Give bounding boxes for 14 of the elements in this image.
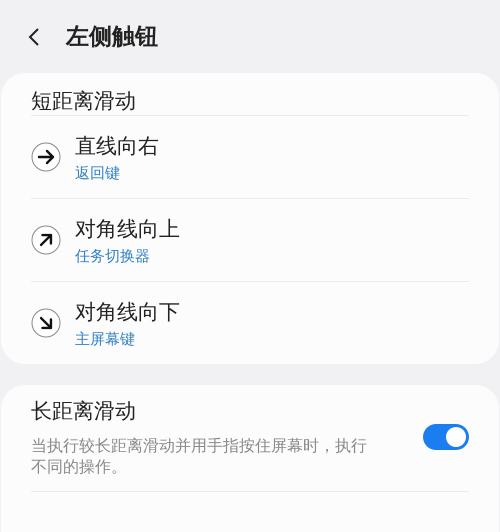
gesture-label: 直线向右 xyxy=(75,132,159,160)
gesture-label: 对角线向上 xyxy=(75,216,180,242)
page-title: 左侧触钮 xyxy=(66,23,158,52)
gesture-row[interactable]: 对角线向下 主屏幕键 xyxy=(31,281,469,364)
toggle-switch[interactable] xyxy=(423,424,469,450)
action-label: 主屏幕键 xyxy=(75,330,136,348)
section-title: 短距离滑动 xyxy=(31,89,136,113)
gesture-label: 对角线向下 xyxy=(75,298,180,326)
action-label: 返回键 xyxy=(75,164,121,182)
action-label: 任务切换器 xyxy=(75,246,151,266)
section-description: 当执行较长距离滑动并用手指按住屏幕时，执行不同的操作。 xyxy=(31,435,368,477)
section-title: 长距离滑动 xyxy=(31,398,137,425)
gesture-row[interactable]: 直线向右 返回键 xyxy=(31,115,469,198)
gesture-row[interactable]: 对角线向上 任务切换器 xyxy=(31,198,469,281)
